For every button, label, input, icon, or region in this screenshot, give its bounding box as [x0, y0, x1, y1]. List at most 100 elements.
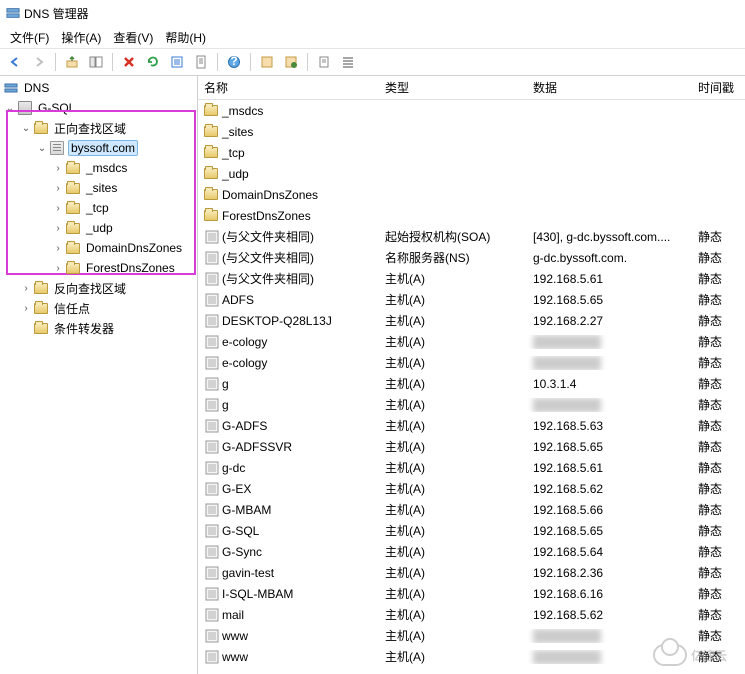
- tree-forward-zones[interactable]: ⌄正向查找区域: [0, 118, 197, 138]
- tree-reverse-zones[interactable]: ›反向查找区域: [0, 278, 197, 298]
- tree-child-_sites[interactable]: ›_sites: [0, 178, 197, 198]
- expand-icon[interactable]: ›: [52, 223, 64, 234]
- record-row[interactable]: DESKTOP-Q28L13J主机(A)192.168.2.27静态: [198, 310, 745, 331]
- tree-child-_msdcs[interactable]: ›_msdcs: [0, 158, 197, 178]
- expand-icon[interactable]: ⌄: [36, 143, 48, 154]
- record-row[interactable]: _udp: [198, 163, 745, 184]
- expand-icon[interactable]: ›: [52, 163, 64, 174]
- filter-button[interactable]: [313, 51, 335, 73]
- svg-text:?: ?: [230, 55, 237, 68]
- expand-icon[interactable]: ›: [20, 303, 32, 314]
- record-icon: [204, 313, 220, 329]
- record-row[interactable]: g主机(A)████████静态: [198, 394, 745, 415]
- action-1-button[interactable]: [256, 51, 278, 73]
- record-row[interactable]: ADFS主机(A)192.168.5.65静态: [198, 289, 745, 310]
- window-title: DNS 管理器: [24, 5, 89, 22]
- menu-action[interactable]: 操作(A): [55, 27, 107, 48]
- menu-help[interactable]: 帮助(H): [159, 27, 212, 48]
- tree-child-_tcp[interactable]: ›_tcp: [0, 198, 197, 218]
- col-timestamp-header[interactable]: 时间戳: [692, 79, 745, 96]
- expand-icon[interactable]: ›: [52, 203, 64, 214]
- folder-icon: [66, 183, 80, 194]
- record-icon: [204, 355, 220, 371]
- col-type-header[interactable]: 类型: [379, 79, 527, 96]
- record-type: 主机(A): [379, 438, 527, 455]
- expand-icon[interactable]: ⌄: [20, 123, 32, 134]
- record-row[interactable]: G-ADFSSVR主机(A)192.168.5.65静态: [198, 436, 745, 457]
- expand-icon[interactable]: ›: [20, 283, 32, 294]
- folder-icon: [34, 123, 48, 134]
- back-button[interactable]: [4, 51, 26, 73]
- record-name: www: [222, 650, 248, 664]
- record-icon: [204, 460, 220, 476]
- col-data-header[interactable]: 数据: [527, 79, 692, 96]
- record-row[interactable]: ForestDnsZones: [198, 205, 745, 226]
- record-icon: [204, 376, 220, 392]
- record-row[interactable]: _tcp: [198, 142, 745, 163]
- record-type: 主机(A): [379, 543, 527, 560]
- help-button[interactable]: ?: [223, 51, 245, 73]
- menu-file[interactable]: 文件(F): [4, 27, 55, 48]
- record-row[interactable]: I-SQL-MBAM主机(A)192.168.6.16静态: [198, 583, 745, 604]
- record-row[interactable]: (与父文件夹相同)主机(A)192.168.5.61静态: [198, 268, 745, 289]
- tree-child-_udp[interactable]: ›_udp: [0, 218, 197, 238]
- record-row[interactable]: mail主机(A)192.168.5.62静态: [198, 604, 745, 625]
- menu-view[interactable]: 查看(V): [107, 27, 159, 48]
- col-name-header[interactable]: 名称: [198, 79, 379, 96]
- list-button[interactable]: [337, 51, 359, 73]
- show-hide-button[interactable]: [85, 51, 107, 73]
- folder-icon: [204, 208, 220, 224]
- record-row[interactable]: G-MBAM主机(A)192.168.5.66静态: [198, 499, 745, 520]
- record-row[interactable]: (与父文件夹相同)名称服务器(NS)g-dc.byssoft.com.静态: [198, 247, 745, 268]
- record-type: 主机(A): [379, 459, 527, 476]
- record-row[interactable]: gavin-test主机(A)192.168.2.36静态: [198, 562, 745, 583]
- tree-conditional-forwarders[interactable]: 条件转发器: [0, 318, 197, 338]
- record-name: g-dc: [222, 461, 245, 475]
- record-row[interactable]: G-ADFS主机(A)192.168.5.63静态: [198, 415, 745, 436]
- record-row[interactable]: G-SQL主机(A)192.168.5.65静态: [198, 520, 745, 541]
- delete-button[interactable]: [118, 51, 140, 73]
- expand-icon[interactable]: ›: [52, 263, 64, 274]
- action-2-button[interactable]: [280, 51, 302, 73]
- record-row[interactable]: G-Sync主机(A)192.168.5.64静态: [198, 541, 745, 562]
- up-button[interactable]: [61, 51, 83, 73]
- refresh-button[interactable]: [142, 51, 164, 73]
- expand-icon[interactable]: ⌄: [4, 103, 16, 114]
- record-data: 192.168.5.63: [527, 419, 692, 433]
- forward-button[interactable]: [28, 51, 50, 73]
- tree-server[interactable]: ⌄G-SQL: [0, 98, 197, 118]
- dns-icon: [4, 81, 18, 95]
- record-type: 主机(A): [379, 585, 527, 602]
- expand-icon[interactable]: ›: [52, 183, 64, 194]
- tree-root-dns[interactable]: DNS: [0, 78, 197, 98]
- properties-button[interactable]: [190, 51, 212, 73]
- record-data: 10.3.1.4: [527, 377, 692, 391]
- record-type: 主机(A): [379, 270, 527, 287]
- record-row[interactable]: _sites: [198, 121, 745, 142]
- record-timestamp: 静态: [692, 333, 745, 350]
- record-type: 名称服务器(NS): [379, 249, 527, 266]
- record-row[interactable]: g-dc主机(A)192.168.5.61静态: [198, 457, 745, 478]
- tree-domain-byssoft[interactable]: ⌄byssoft.com: [0, 138, 197, 158]
- folder-icon: [204, 187, 220, 203]
- tree-child-domaindnszones[interactable]: ›DomainDnsZones: [0, 238, 197, 258]
- record-timestamp: 静态: [692, 375, 745, 392]
- folder-icon: [66, 263, 80, 274]
- record-row[interactable]: DomainDnsZones: [198, 184, 745, 205]
- record-row[interactable]: _msdcs: [198, 100, 745, 121]
- tree-child-forestdnszones[interactable]: ›ForestDnsZones: [0, 258, 197, 278]
- expand-icon[interactable]: ›: [52, 243, 64, 254]
- tree-trust-points[interactable]: ›信任点: [0, 298, 197, 318]
- record-row[interactable]: g主机(A)10.3.1.4静态: [198, 373, 745, 394]
- record-row[interactable]: e-cology主机(A)████████静态: [198, 331, 745, 352]
- record-row[interactable]: e-cology主机(A)████████静态: [198, 352, 745, 373]
- record-name: (与父文件夹相同): [222, 249, 314, 266]
- records-panel: 名称 类型 数据 时间戳 _msdcs_sites_tcp_udpDomainD…: [198, 76, 745, 674]
- record-data: ████████: [527, 356, 692, 370]
- record-row[interactable]: G-EX主机(A)192.168.5.62静态: [198, 478, 745, 499]
- record-row[interactable]: (与父文件夹相同)起始授权机构(SOA)[430], g-dc.byssoft.…: [198, 226, 745, 247]
- folder-icon: [34, 303, 48, 314]
- export-button[interactable]: [166, 51, 188, 73]
- record-timestamp: 静态: [692, 417, 745, 434]
- record-name: (与父文件夹相同): [222, 228, 314, 245]
